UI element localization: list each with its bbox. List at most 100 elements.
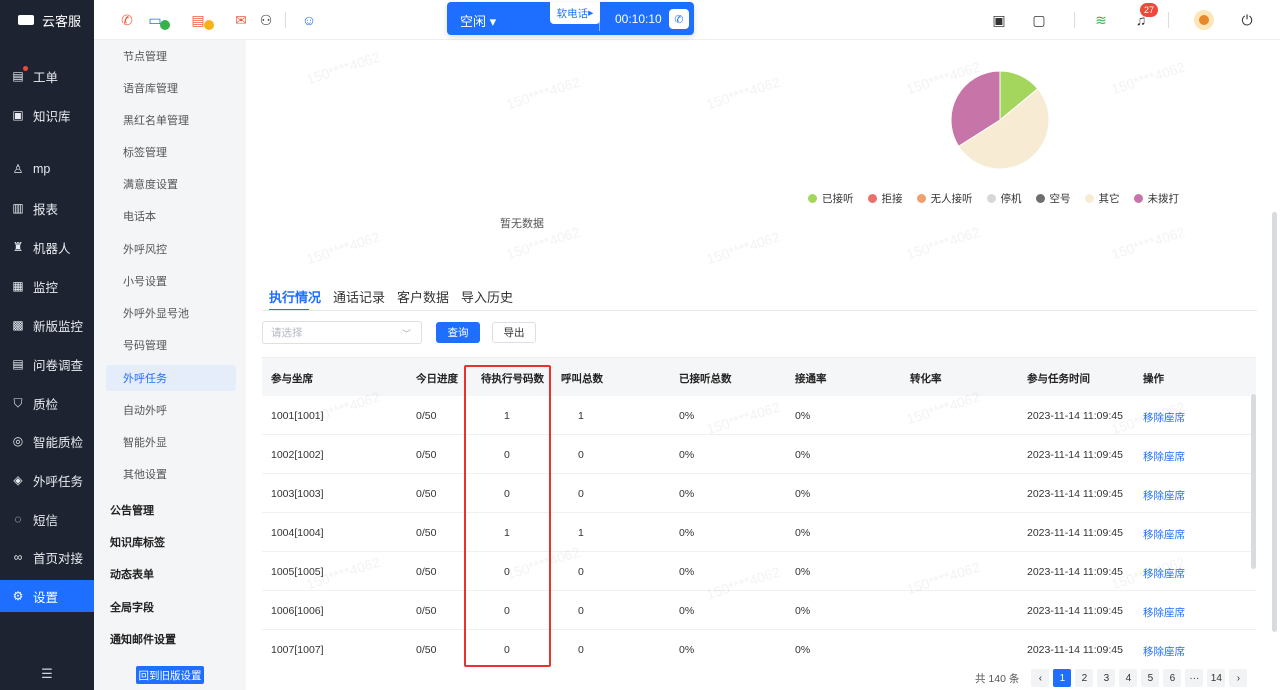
page-button[interactable]: 4 — [1119, 669, 1138, 687]
table-cell: 0% — [679, 644, 695, 656]
submenu-item[interactable]: 外呼外显号池 — [106, 300, 236, 326]
clipboard-icon[interactable]: ▢ — [1030, 11, 1048, 29]
nav-item-book[interactable]: ▣ 知识库 — [0, 99, 94, 131]
back-to-old-settings-button[interactable]: 回到旧版设置 — [136, 666, 204, 684]
page-button[interactable]: ··· — [1185, 669, 1204, 687]
submenu-item[interactable]: 语音库管理 — [106, 75, 236, 101]
phone-call-icon[interactable]: ✆ — [669, 9, 689, 29]
table-cell: 1 — [504, 527, 510, 539]
remove-agent-link[interactable]: 移除座席 — [1143, 410, 1185, 425]
page-button[interactable]: 1 — [1053, 669, 1072, 687]
legend-swatch — [1035, 194, 1045, 203]
watermark-text: 150****4062 — [904, 223, 982, 263]
submenu-item[interactable]: 黑红名单管理 — [106, 107, 236, 133]
remove-agent-link[interactable]: 移除座席 — [1143, 566, 1185, 581]
page-button[interactable]: 14 — [1207, 669, 1226, 687]
collapse-nav-icon[interactable]: ☰ — [0, 658, 94, 690]
legend-label: 空号 — [1049, 193, 1071, 205]
remove-agent-link[interactable]: 移除座席 — [1143, 527, 1185, 542]
submenu-item[interactable]: 标签管理 — [106, 139, 236, 165]
submenu-group[interactable]: 公告管理 — [110, 502, 154, 518]
submenu-group[interactable]: 通知邮件设置 — [110, 631, 176, 647]
nav-item-ticket[interactable]: ▤ 工单 — [0, 60, 94, 92]
table-cell: 1 — [578, 410, 584, 422]
column-header: 参与任务时间 — [1027, 373, 1090, 385]
submenu-item[interactable]: 满意度设置 — [106, 171, 236, 197]
page-button[interactable]: 5 — [1141, 669, 1160, 687]
nav-item-shield[interactable]: ⛉ 质检 — [0, 387, 94, 419]
left-nav: 云客服 ▤ 工单 ▣ 知识库 ♙ mp ▥ 报表 ♜ 机器人 ▦ 监控 ▩ 新版监控 ▤ 问卷调查 ⛉ 质检 ◎ 智能… — [0, 0, 94, 690]
nav-item-monitor[interactable]: ▦ 监控 — [0, 270, 94, 302]
submenu-item[interactable]: 外呼任务 — [106, 365, 236, 391]
legend-item[interactable]: 空号 — [1035, 191, 1071, 206]
nav-item-link[interactable]: ∞ 首页对接 — [0, 541, 94, 573]
power-icon[interactable]: ⏻ — [1238, 11, 1256, 29]
submenu-group[interactable]: 知识库标签 — [110, 534, 165, 550]
legend-swatch — [916, 194, 926, 203]
legend-item[interactable]: 无人接听 — [916, 191, 973, 206]
submenu-group[interactable]: 动态表单 — [110, 566, 154, 582]
export-button[interactable]: 导出 — [492, 322, 536, 343]
divider — [1168, 12, 1169, 28]
legend-swatch — [808, 194, 817, 203]
tab-2[interactable]: 客户数据 — [397, 287, 449, 306]
remove-agent-link[interactable]: 移除座席 — [1143, 644, 1185, 659]
agent-select[interactable]: 请选择 ﹀ — [262, 321, 422, 344]
tab-1[interactable]: 通话记录 — [333, 287, 385, 306]
next-page-button[interactable]: › — [1229, 669, 1248, 687]
avatar[interactable] — [1194, 10, 1214, 30]
table-scrollbar[interactable] — [1251, 394, 1256, 569]
submenu-item[interactable]: 号码管理 — [106, 332, 236, 358]
table-cell: 0% — [679, 566, 695, 578]
submenu-item[interactable]: 其他设置 — [106, 461, 236, 487]
page-scrollbar[interactable] — [1272, 212, 1277, 632]
nav-item-gear[interactable]: ⚙ 设置 — [0, 580, 94, 612]
table-row: 1002[1002] 0/50 0 0 0% 0% 2023-11-14 11:09:45 移… — [262, 435, 1256, 474]
legend-swatch — [867, 194, 877, 203]
remove-agent-link[interactable]: 移除座席 — [1143, 449, 1185, 464]
legend-item[interactable]: 拒接 — [867, 191, 903, 206]
soft-phone-tab[interactable]: 软电话 ▸ — [550, 2, 600, 24]
mail-icon[interactable]: ✉ — [232, 11, 250, 29]
nav-item-monitor-new[interactable]: ▩ 新版监控 — [0, 309, 94, 341]
nav-item-bar-chart[interactable]: ▥ 报表 — [0, 192, 94, 224]
legend-item[interactable]: 已接听 — [808, 191, 854, 206]
nav-item-user[interactable]: ♙ mp — [0, 153, 94, 185]
nav-item-robot[interactable]: ♜ 机器人 — [0, 231, 94, 263]
nav-item-label: 监控 — [33, 280, 59, 295]
mute-icon[interactable]: ✆ — [118, 11, 136, 29]
prev-page-button[interactable]: ‹ — [1031, 669, 1050, 687]
remove-agent-link[interactable]: 移除座席 — [1143, 488, 1185, 503]
nav-item-smart-check[interactable]: ◎ 智能质检 — [0, 425, 94, 457]
service-icon[interactable]: ☺ — [300, 11, 318, 29]
page-button[interactable]: 6 — [1163, 669, 1182, 687]
table-row: 1005[1005] 0/50 0 0 0% 0% 2023-11-14 11:09:45 移… — [262, 552, 1256, 591]
legend-item[interactable]: 未拨打 — [1133, 191, 1179, 206]
submenu-item[interactable]: 自动外呼 — [106, 397, 236, 423]
page-button[interactable]: 3 — [1097, 669, 1116, 687]
submenu-item[interactable]: 节点管理 — [106, 43, 236, 69]
submenu-item[interactable]: 电话本 — [106, 203, 236, 229]
table-cell: 0% — [795, 605, 811, 617]
submenu-item[interactable]: 外呼风控 — [106, 236, 236, 262]
c-square-icon[interactable]: ▣ — [990, 11, 1008, 29]
tab-3[interactable]: 导入历史 — [461, 287, 513, 306]
nav-item-sms[interactable]: ◌ 短信 — [0, 503, 94, 535]
legend-item[interactable]: 其它 — [1084, 191, 1120, 206]
agent-status-select[interactable]: 空闲 ▾ — [460, 11, 496, 30]
table-cell: 1002[1002] — [271, 449, 324, 461]
query-button[interactable]: 查询 — [436, 322, 480, 343]
contacts-icon[interactable]: ⚇ — [257, 11, 275, 29]
tab-0[interactable]: 执行情况 — [269, 287, 321, 306]
page-button[interactable]: 2 — [1075, 669, 1094, 687]
watermark-text: 150****4062 — [704, 228, 782, 268]
submenu-item[interactable]: 智能外显 — [106, 429, 236, 455]
nav-item-layers[interactable]: ◈ 外呼任务 — [0, 464, 94, 496]
submenu-group[interactable]: 全局字段 — [110, 599, 154, 615]
remove-agent-link[interactable]: 移除座席 — [1143, 605, 1185, 620]
submenu-item[interactable]: 小号设置 — [106, 268, 236, 294]
legend-item[interactable]: 停机 — [986, 191, 1022, 206]
table-cell: 0% — [679, 605, 695, 617]
table-cell: 0 — [578, 605, 584, 617]
nav-item-survey[interactable]: ▤ 问卷调查 — [0, 348, 94, 380]
